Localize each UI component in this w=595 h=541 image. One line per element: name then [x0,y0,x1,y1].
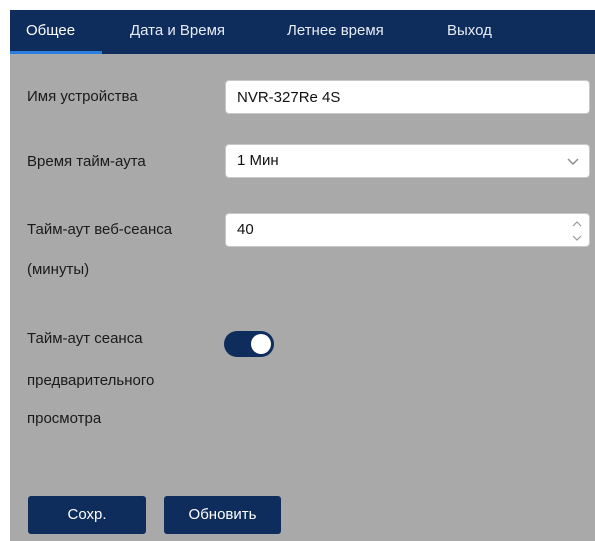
device-name-label: Имя устройства [27,88,138,105]
web-session-timeout-input[interactable]: 40 [225,213,590,247]
tab-logout[interactable]: Выход [447,10,492,54]
refresh-button[interactable]: Обновить [164,496,281,534]
active-tab-indicator [10,51,102,54]
save-button[interactable]: Сохр. [28,496,146,534]
web-session-timeout-value: 40 [237,221,254,238]
device-name-input[interactable] [225,80,590,114]
timeout-select-value: 1 Мин [237,152,279,169]
settings-panel: Общее Дата и Время Летнее время Выход Им… [10,10,595,541]
tab-date-time[interactable]: Дата и Время [130,10,225,54]
timeout-select[interactable]: 1 Мин [225,144,590,178]
web-session-timeout-label: Тайм-аут веб-сеанса [27,221,173,238]
preview-session-timeout-label-3: просмотра [27,410,102,427]
tab-bar: Общее Дата и Время Летнее время Выход [10,10,595,54]
spinner-arrows-icon[interactable] [571,218,583,244]
preview-session-timeout-label-2: предварительного [27,372,155,389]
preview-session-timeout-toggle[interactable] [224,331,274,357]
web-session-timeout-unit-label: (минуты) [27,261,90,278]
toggle-knob [251,334,271,354]
chevron-down-icon [567,158,579,165]
preview-session-timeout-label: Тайм-аут сеанса [27,330,143,347]
tab-daylight-saving[interactable]: Летнее время [287,10,384,54]
tab-general[interactable]: Общее [26,10,75,54]
timeout-label: Время тайм-аута [27,153,146,170]
